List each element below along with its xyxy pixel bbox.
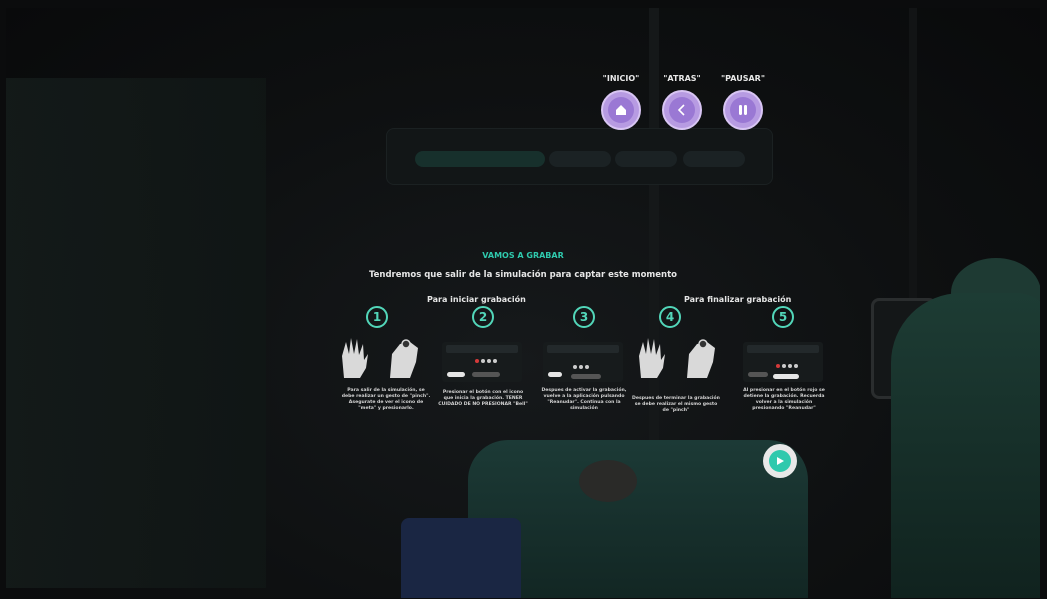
vr-viewport: "INICIO" "ATRAS" "PAUSAR" VAMOS A GRABAR… (0, 0, 1047, 599)
background-drape (401, 518, 521, 598)
open-hand-icon (639, 338, 665, 378)
step-5-menu-preview (743, 342, 823, 382)
pause-icon (739, 105, 747, 115)
background-surgeon (891, 293, 1040, 598)
back-button[interactable] (662, 90, 702, 130)
step-2-menu-preview (442, 342, 522, 382)
step-1-number: 1 (366, 306, 388, 328)
end-recording-section-title: Para finalizar grabación (684, 295, 792, 304)
instructions-heading: VAMOS A GRABAR (482, 251, 564, 260)
home-icon (616, 105, 626, 115)
chevron-left-icon (677, 104, 685, 116)
step-5-caption: Al presionar en el botón rojo se detiene… (743, 388, 825, 411)
pinch-hand-icon (390, 339, 418, 378)
start-recording-section-title: Para iniciar grabación (427, 295, 526, 304)
step-4-number: 4 (659, 306, 681, 328)
play-icon (777, 457, 784, 465)
background-patient-head (579, 460, 637, 502)
step-3-menu-preview (543, 342, 623, 382)
step-4-caption: Despues de terminar la grabación se debe… (632, 396, 720, 413)
step-5-number: 5 (772, 306, 794, 328)
instructions-subtitle: Tendremos que salir de la simulación par… (368, 270, 678, 280)
simulation-scene: "INICIO" "ATRAS" "PAUSAR" VAMOS A GRABAR… (6, 8, 1040, 598)
open-hand-icon (342, 338, 368, 378)
home-button[interactable] (601, 90, 641, 130)
continue-button[interactable] (763, 444, 797, 478)
step-1-caption: Para salir de la simulación, se debe rea… (341, 388, 431, 411)
pause-button[interactable] (723, 90, 763, 130)
step-3-number: 3 (573, 306, 595, 328)
step-2-number: 2 (472, 306, 494, 328)
background-stand (909, 8, 917, 308)
background-wall-panel (6, 78, 266, 588)
back-label: "ATRAS" (663, 74, 701, 83)
step-2-caption: Presionar el botón con el icono que inic… (438, 390, 528, 407)
background-faded-menu (386, 128, 773, 185)
pinch-hand-icon (687, 339, 715, 378)
home-label: "INICIO" (602, 74, 640, 83)
step-3-caption: Despues de activar la grabación, vuelve … (541, 388, 627, 411)
pause-label: "PAUSAR" (720, 74, 766, 83)
